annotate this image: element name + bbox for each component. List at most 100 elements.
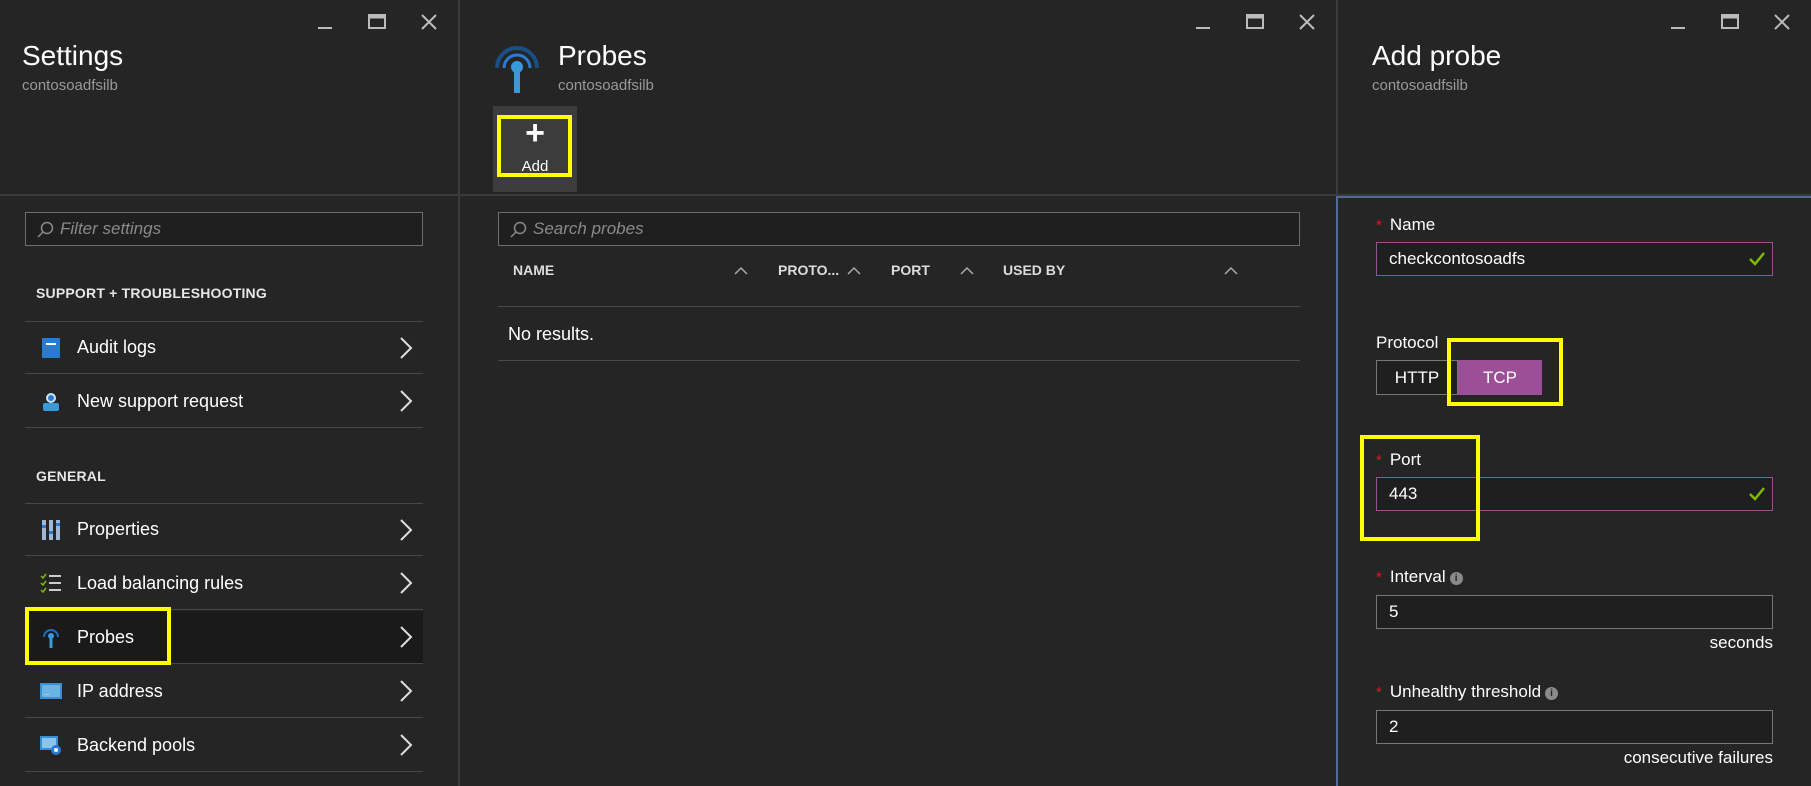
name-input[interactable] (1389, 249, 1729, 269)
sort-caret-icon[interactable] (1224, 266, 1238, 276)
settings-header: Settings contosoadfsilb (0, 0, 458, 196)
support-request-icon (39, 389, 63, 413)
probe-icon (39, 625, 63, 649)
svg-text:...: ... (44, 690, 50, 697)
chevron-right-icon (400, 626, 413, 648)
chevron-right-icon (400, 519, 413, 541)
threshold-label-text: Unhealthy threshold (1389, 682, 1542, 701)
menu-item-label: IP address (77, 680, 163, 701)
menu-item-load-balancing-rules[interactable]: Load balancing rules (25, 557, 423, 610)
threshold-unit: consecutive failures (1623, 748, 1773, 767)
port-label: * Port (1376, 450, 1421, 470)
protocol-label: Protocol (1376, 333, 1439, 352)
search-icon (510, 221, 527, 238)
backend-pool-icon (39, 733, 63, 757)
settings-window-controls (310, 8, 444, 36)
menu-item-audit-logs[interactable]: Audit logs (25, 321, 423, 374)
empty-message: No results. (508, 324, 595, 344)
probes-subtitle: contosoadfsilb (558, 77, 654, 94)
port-label-text: Port (1389, 450, 1422, 469)
port-input[interactable] (1389, 484, 1729, 504)
threshold-label: * Unhealthy threshold i (1376, 682, 1559, 702)
sort-caret-icon[interactable] (734, 266, 748, 276)
chevron-right-icon (400, 734, 413, 756)
add-probe-title: Add probe (1372, 40, 1502, 71)
menu-item-probes[interactable]: Probes (25, 611, 423, 664)
column-header-name[interactable]: NAME (513, 262, 554, 278)
minimize-icon[interactable] (1188, 8, 1218, 36)
port-field (1376, 477, 1773, 511)
chevron-right-icon (400, 337, 413, 359)
close-icon[interactable] (1292, 8, 1322, 36)
column-header-protocol[interactable]: PROTO... (778, 262, 839, 278)
menu-item-label: Probes (77, 626, 135, 647)
name-label: * Name (1376, 215, 1435, 235)
menu-item-backend-pools[interactable]: Backend pools (25, 719, 423, 772)
chevron-right-icon (400, 680, 413, 702)
info-icon[interactable]: i (1449, 572, 1463, 585)
plus-icon: + (525, 114, 545, 152)
required-marker: * (1376, 569, 1382, 586)
audit-log-icon (39, 336, 63, 360)
close-icon[interactable] (414, 8, 444, 36)
required-marker: * (1376, 684, 1382, 701)
close-icon[interactable] (1767, 8, 1797, 36)
properties-icon (39, 518, 63, 542)
chevron-right-icon (400, 572, 413, 594)
menu-item-ip-address[interactable]: ... IP address (25, 665, 423, 718)
filter-settings-box (25, 212, 423, 246)
name-field (1376, 242, 1773, 276)
info-icon[interactable]: i (1545, 687, 1559, 700)
probes-title: Probes (558, 40, 647, 71)
interval-label: * Interval i (1376, 567, 1463, 587)
sort-caret-icon[interactable] (960, 266, 974, 276)
protocol-option-http[interactable]: HTTP (1376, 360, 1458, 395)
settings-subtitle: contosoadfsilb (22, 77, 118, 94)
search-probes-box (498, 212, 1300, 246)
checkmark-icon (1749, 252, 1765, 266)
add-button-label: Add (521, 158, 549, 175)
search-icon (37, 221, 54, 238)
probes-header: Probes contosoadfsilb (460, 0, 1336, 196)
probes-blade-icon (492, 44, 542, 101)
grid-divider (498, 360, 1300, 361)
load-balancing-rules-icon (39, 571, 63, 595)
sort-caret-icon[interactable] (847, 266, 861, 276)
menu-item-new-support-request[interactable]: New support request (25, 375, 423, 428)
probes-blade: Probes contosoadfsilb (460, 0, 1338, 786)
search-probes-input[interactable] (533, 219, 1299, 239)
required-marker: * (1376, 217, 1382, 234)
menu-item-label: Audit logs (77, 337, 157, 357)
section-heading-support: SUPPORT + TROUBLESHOOTING (36, 285, 267, 301)
settings-title: Settings (22, 40, 124, 71)
menu-item-label: Load balancing rules (77, 572, 244, 593)
grid-divider (498, 306, 1300, 307)
maximize-icon[interactable] (1240, 8, 1270, 36)
add-probe-header: Add probe contosoadfsilb (1338, 0, 1811, 196)
minimize-icon[interactable] (310, 8, 340, 36)
required-marker: * (1376, 452, 1382, 469)
interval-label-text: Interval (1389, 567, 1446, 586)
name-label-text: Name (1389, 215, 1436, 234)
menu-item-properties[interactable]: Properties (25, 503, 423, 556)
menu-item-label: Properties (77, 519, 160, 539)
column-header-port[interactable]: PORT (891, 262, 930, 278)
threshold-field (1376, 710, 1773, 744)
protocol-option-tcp[interactable]: TCP (1458, 360, 1542, 395)
menu-item-label: Backend pools (77, 734, 196, 755)
checkmark-icon (1749, 487, 1765, 501)
column-header-used-by[interactable]: USED BY (1003, 262, 1065, 278)
chevron-right-icon (400, 390, 413, 412)
interval-unit: seconds (1709, 633, 1773, 652)
filter-settings-input[interactable] (60, 219, 422, 239)
maximize-icon[interactable] (1715, 8, 1745, 36)
threshold-input[interactable] (1389, 717, 1729, 737)
add-probe-subtitle: contosoadfsilb (1372, 77, 1468, 94)
interval-field (1376, 595, 1773, 629)
add-probe-button[interactable]: + Add (493, 106, 577, 192)
minimize-icon[interactable] (1663, 8, 1693, 36)
menu-item-label: New support request (77, 390, 244, 411)
section-heading-general: GENERAL (36, 468, 106, 484)
maximize-icon[interactable] (362, 8, 392, 36)
interval-input[interactable] (1389, 602, 1729, 622)
